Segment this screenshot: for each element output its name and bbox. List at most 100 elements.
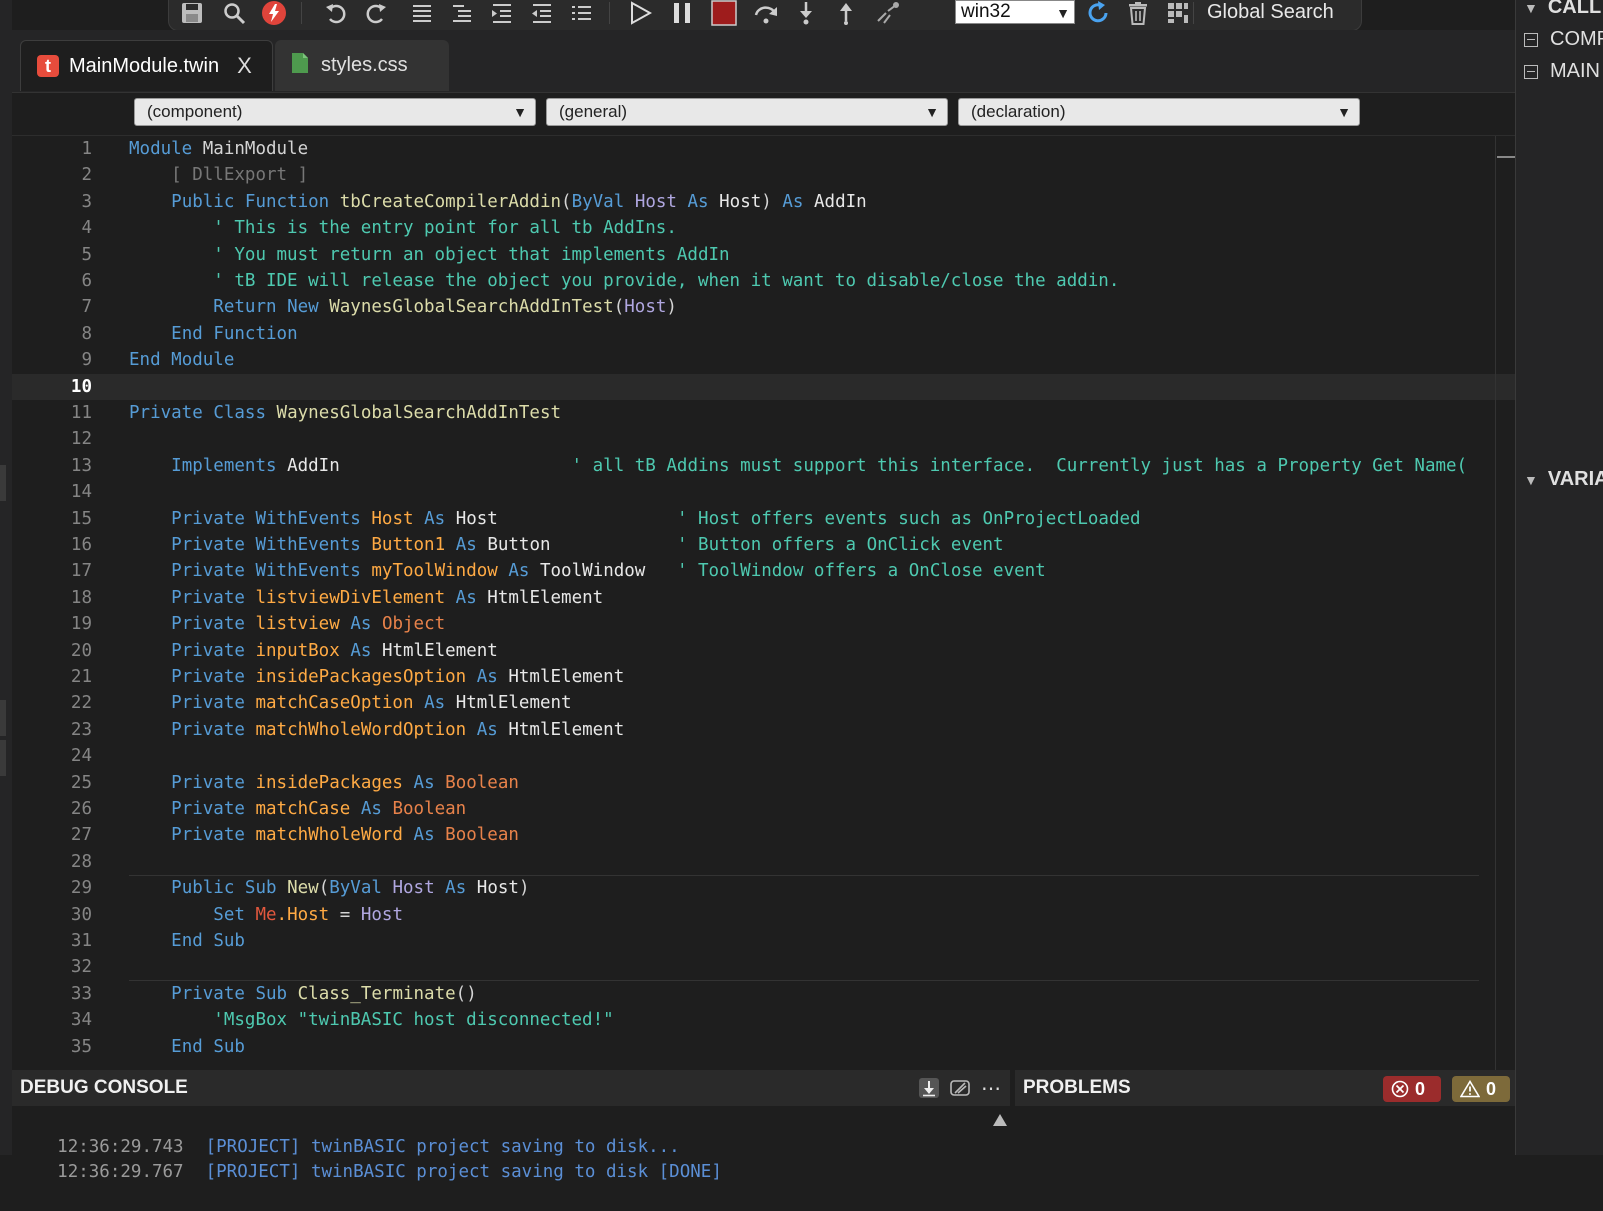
collapse-triangle-icon: ▼ xyxy=(1524,0,1538,16)
pause-icon[interactable] xyxy=(667,0,697,26)
console-log-entry: 12:36:29.767 [PROJECT] twinBASIC project … xyxy=(15,1133,722,1182)
code-token: Boolean xyxy=(392,799,467,819)
errors-badge[interactable]: 0 xyxy=(1383,1076,1441,1102)
more-options-icon[interactable]: ⋯ xyxy=(978,1076,1004,1100)
step-into-icon[interactable] xyxy=(791,0,821,26)
code-token: matchWholeWord xyxy=(255,825,403,846)
line-number: 35 xyxy=(70,1036,92,1057)
debug-console-panel: DEBUG CONSOLE ⋯ 12:36:29.743 [PROJECT] tw… xyxy=(12,1070,1010,1182)
code-line: 35 End Sub xyxy=(12,1034,1515,1060)
code-editor[interactable]: 1 Module MainModule 2 [ DllExport ] 3 Pub… xyxy=(12,136,1515,1070)
line-number: 14 xyxy=(70,482,92,503)
variables-label: VARIA xyxy=(1547,468,1603,490)
global-search-button[interactable]: Global Search xyxy=(1199,0,1342,26)
code-token: listview xyxy=(255,614,340,635)
step-over-icon[interactable] xyxy=(751,0,781,26)
code-token: matchCase xyxy=(255,799,351,819)
editor-scrollbar-track[interactable] xyxy=(1495,136,1496,1070)
close-icon[interactable]: X xyxy=(237,53,252,79)
scroll-lock-icon[interactable] xyxy=(917,1076,941,1100)
editor-tab-bar: t MainModule.twin X styles.css xyxy=(12,30,1515,93)
toolbar-separator xyxy=(301,2,302,24)
tab-styles-css[interactable]: styles.css xyxy=(275,40,449,91)
code-token: As xyxy=(350,640,372,661)
declaration-dropdown[interactable]: (declaration) ▼ xyxy=(958,98,1360,126)
code-line: 28 xyxy=(12,849,1515,875)
line-number: 22 xyxy=(70,693,92,714)
target-platform-select[interactable]: win32 ▼ xyxy=(955,0,1075,24)
code-comment: ' Host offers events such as OnProjectLo… xyxy=(676,508,1141,529)
code-line: 26 Private matchCase As Boolean xyxy=(12,796,1515,822)
target-platform-value: win32 xyxy=(961,1,1011,22)
component-dropdown-value: (component) xyxy=(147,102,243,121)
code-token: Private xyxy=(171,614,245,635)
code-token: AddIn xyxy=(814,191,867,212)
variables-section[interactable]: ▼ VARIA xyxy=(1524,468,1603,491)
code-token: Private xyxy=(171,587,245,608)
code-token: WaynesGlobalSearchAddInTest xyxy=(276,403,562,423)
warning-triangle-icon xyxy=(1460,1080,1480,1098)
component-dropdown[interactable]: (component) ▼ xyxy=(134,98,536,126)
trash-icon[interactable] xyxy=(1123,0,1153,26)
outdent-icon[interactable] xyxy=(527,0,557,26)
code-line: 30 Set Me.Host = Host xyxy=(12,902,1515,928)
format-lines-icon[interactable] xyxy=(407,0,437,26)
line-number: 2 xyxy=(81,165,92,186)
code-token: WithEvents xyxy=(255,508,361,529)
warnings-badge[interactable]: 0 xyxy=(1452,1076,1510,1102)
code-token: ) xyxy=(518,878,530,899)
code-line: 21 Private insidePackagesOption As HtmlE… xyxy=(12,664,1515,690)
code-token: Private xyxy=(171,561,245,582)
code-token: Private xyxy=(171,667,245,687)
line-number: 15 xyxy=(70,508,92,529)
call-stack-item-main[interactable]: MAIN xyxy=(1524,60,1600,83)
stop-icon[interactable] xyxy=(709,0,739,26)
line-number: 1 xyxy=(81,139,92,159)
code-token: WithEvents xyxy=(255,535,361,555)
code-comment: 'MsgBox "twinBASIC host disconnected!" xyxy=(213,1010,614,1031)
call-stack-item-comp[interactable]: COMP xyxy=(1524,28,1603,51)
code-comment: ' You must return an object that impleme… xyxy=(213,244,730,265)
general-dropdown[interactable]: (general) ▼ xyxy=(546,98,948,126)
search-icon[interactable] xyxy=(219,0,249,26)
build-icon[interactable] xyxy=(259,0,289,26)
code-token: Button1 xyxy=(371,535,446,555)
run-icon[interactable] xyxy=(625,0,655,26)
call-stack-section[interactable]: ▼ CALL xyxy=(1524,0,1601,19)
clear-console-icon[interactable] xyxy=(948,1076,972,1100)
code-token: ToolWindow xyxy=(539,561,646,582)
line-number: 27 xyxy=(70,825,92,846)
grid-icon[interactable] xyxy=(1163,0,1193,26)
console-scroll-up-icon[interactable] xyxy=(990,1110,1010,1150)
line-number: 30 xyxy=(70,904,92,925)
outline-icon[interactable] xyxy=(447,0,477,26)
code-token: End xyxy=(171,323,203,344)
code-line: 16 Private WithEvents Button1 As Button … xyxy=(12,532,1515,558)
code-token: ( xyxy=(561,191,572,212)
chevron-down-icon: ▼ xyxy=(1337,104,1351,120)
line-number: 12 xyxy=(70,429,92,450)
line-number: 34 xyxy=(70,1010,92,1031)
step-out-icon[interactable] xyxy=(831,0,861,26)
list-icon[interactable] xyxy=(567,0,597,26)
code-line: 22 Private matchCaseOption As HtmlElemen… xyxy=(12,690,1515,716)
redo-icon[interactable] xyxy=(361,0,391,26)
refresh-icon[interactable] xyxy=(1083,0,1113,26)
code-token: Button xyxy=(487,535,551,555)
strip-marker xyxy=(0,740,6,776)
call-stack-item-label: COMP xyxy=(1550,28,1603,50)
tab-main-module[interactable]: t MainModule.twin X xyxy=(20,40,273,91)
run-to-cursor-icon[interactable] xyxy=(871,0,905,26)
code-token: New xyxy=(287,878,319,899)
save-icon[interactable] xyxy=(177,0,207,26)
code-token: Class xyxy=(213,403,266,423)
line-number: 16 xyxy=(70,535,92,555)
collapse-box-icon xyxy=(1524,32,1538,47)
code-token: Private xyxy=(171,719,245,740)
code-token: Private xyxy=(171,772,245,793)
code-line: 11 Private Class WaynesGlobalSearchAddInT… xyxy=(12,400,1515,426)
undo-icon[interactable] xyxy=(321,0,351,26)
code-token: ( xyxy=(318,878,330,899)
code-token: Host xyxy=(455,508,498,529)
indent-icon[interactable] xyxy=(487,0,517,26)
